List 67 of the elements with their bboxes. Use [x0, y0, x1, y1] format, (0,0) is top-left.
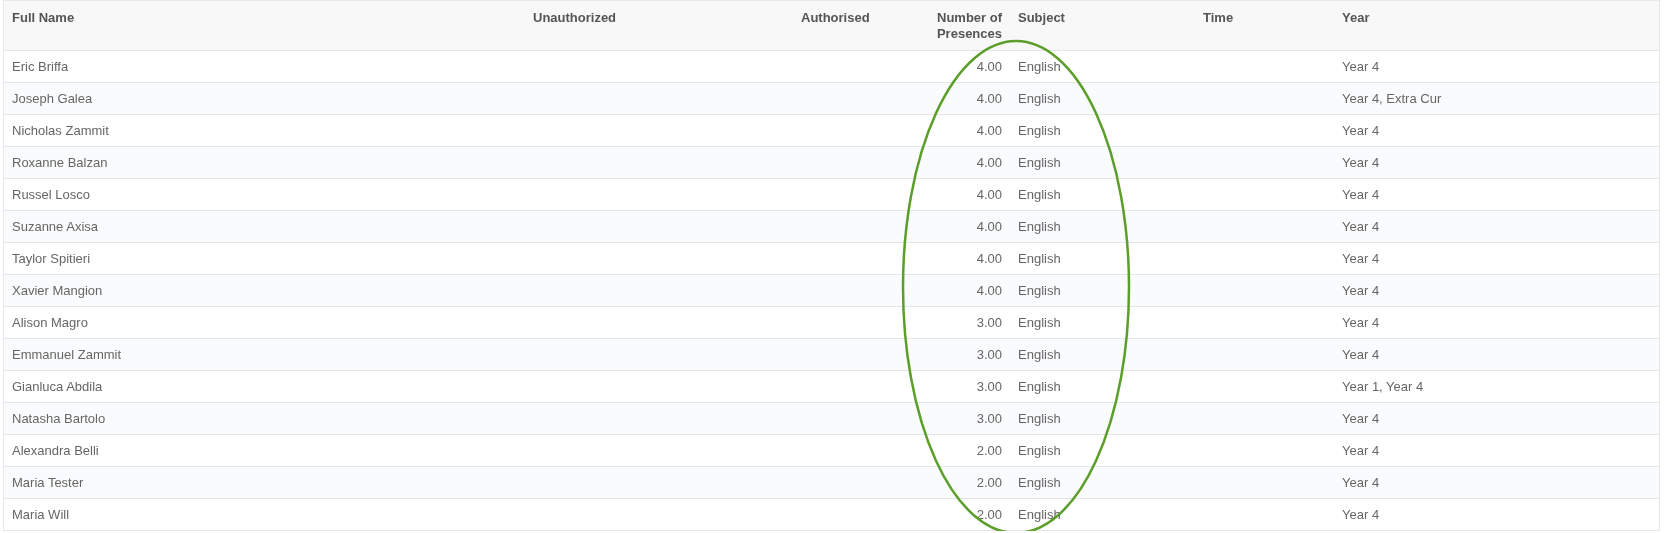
table-cell: English	[1018, 283, 1061, 298]
table-cell: 3.00	[976, 379, 1002, 394]
table-cell: 3.00	[976, 347, 1002, 362]
table-cell: Suzanne Axisa	[12, 219, 98, 234]
table-cell: Gianluca Abdila	[12, 379, 103, 394]
table-cell: English	[1018, 507, 1061, 522]
table-cell: Year 4	[1342, 475, 1380, 490]
table-cell: English	[1018, 315, 1061, 330]
table-cell: English	[1018, 123, 1061, 138]
table-cell: 4.00	[976, 59, 1002, 74]
column-header: Year	[1342, 10, 1370, 25]
table-cell: English	[1018, 155, 1061, 170]
table-cell: English	[1018, 91, 1061, 106]
table-cell: Natasha Bartolo	[12, 411, 106, 426]
table-cell: English	[1018, 379, 1061, 394]
table-cell: Year 4	[1342, 411, 1380, 426]
table-cell: Alexandra Belli	[12, 443, 99, 458]
column-header: Unauthorized	[533, 10, 617, 25]
table-cell: English	[1018, 411, 1061, 426]
table-cell: 4.00	[976, 123, 1002, 138]
table-cell: Emmanuel Zammit	[12, 347, 122, 362]
table-cell: 3.00	[976, 315, 1002, 330]
table-cell: Year 4	[1342, 347, 1380, 362]
table-cell: 4.00	[976, 187, 1002, 202]
table-cell: English	[1018, 443, 1061, 458]
table-cell: Year 4	[1342, 443, 1380, 458]
column-header: Subject	[1018, 10, 1065, 25]
table-cell: Alison Magro	[12, 315, 88, 330]
table-cell: 4.00	[976, 155, 1002, 170]
column-header: Authorised	[801, 10, 870, 25]
table-cell: Year 4	[1342, 219, 1380, 234]
table-cell: 4.00	[976, 219, 1002, 234]
table-cell: 4.00	[976, 283, 1002, 298]
table-cell: 2.00	[976, 443, 1002, 458]
table-cell: 4.00	[976, 251, 1002, 266]
table-cell: Maria Tester	[12, 475, 84, 490]
table-cell: English	[1018, 187, 1061, 202]
table-cell: Year 4, Extra Cur	[1342, 91, 1442, 106]
column-header: Number of Presences	[935, 10, 1002, 42]
table-cell: 2.00	[976, 475, 1002, 490]
table-cell: English	[1018, 59, 1061, 74]
table-cell: Maria Will	[12, 507, 70, 522]
table-cell: Joseph Galea	[12, 91, 93, 106]
table-cell: Year 4	[1342, 59, 1380, 74]
table-cell: English	[1018, 219, 1061, 234]
table-cell: Taylor Spitieri	[12, 251, 91, 266]
column-header: Time	[1203, 10, 1234, 25]
table-cell: English	[1018, 251, 1061, 266]
table-cell: Year 4	[1342, 315, 1380, 330]
table-cell: Year 4	[1342, 155, 1380, 170]
table-cell: Year 4	[1342, 283, 1380, 298]
table-cell: Year 4	[1342, 507, 1380, 522]
table-cell: Year 4	[1342, 251, 1380, 266]
table-cell: Nicholas Zammit	[12, 123, 109, 138]
table-cell: Xavier Mangion	[12, 283, 103, 298]
table-cell: Roxanne Balzan	[12, 155, 108, 170]
table-cell: 4.00	[976, 91, 1002, 106]
column-header: Full Name	[12, 10, 75, 25]
table-cell: Russel Losco	[12, 187, 91, 202]
table-cell: Year 4	[1342, 123, 1380, 138]
table-cell: Year 4	[1342, 187, 1380, 202]
table-cell: Year 1, Year 4	[1342, 379, 1424, 394]
table-cell: 2.00	[976, 507, 1002, 522]
table-cell: English	[1018, 347, 1061, 362]
table-cell: 3.00	[976, 411, 1002, 426]
table-cell: Eric Briffa	[12, 59, 69, 74]
table-cell: English	[1018, 475, 1061, 490]
